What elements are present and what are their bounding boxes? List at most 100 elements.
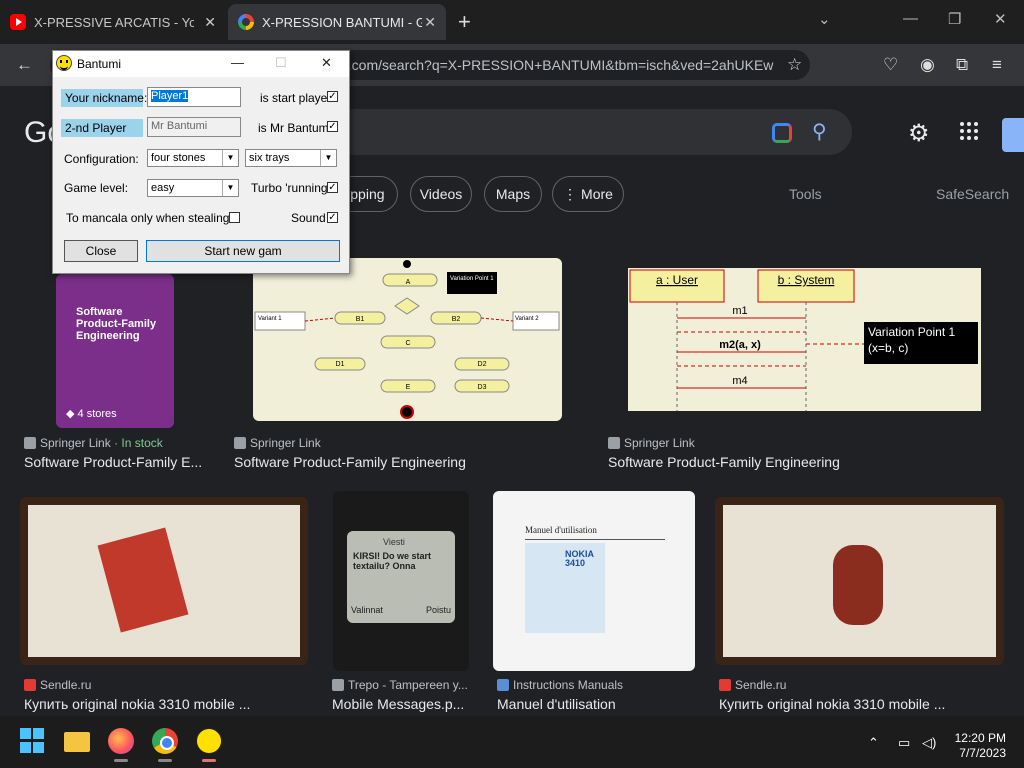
configuration-label: Configuration: bbox=[64, 152, 139, 166]
minimize-icon[interactable]: — bbox=[903, 10, 918, 27]
tab-search-chevron-icon[interactable]: ⌄ bbox=[818, 10, 831, 28]
sign-in-button[interactable] bbox=[1002, 118, 1024, 152]
google-lens-icon[interactable] bbox=[772, 123, 792, 143]
safesearch-button[interactable]: SafeSearch bbox=[936, 186, 1009, 202]
close-icon[interactable]: ✕ bbox=[321, 55, 332, 71]
volume-icon[interactable]: ◁) bbox=[922, 735, 936, 751]
tag-icon: ◆ bbox=[66, 408, 78, 420]
image-thumb-manual[interactable]: Manuel d'utilisation NOKIA 3410 bbox=[493, 491, 695, 671]
running-indicator bbox=[202, 759, 216, 762]
clock[interactable]: 12:20 PM 7/7/2023 bbox=[944, 731, 1006, 761]
trays-select[interactable]: six trays ▼ bbox=[245, 149, 337, 167]
pocket-icon[interactable]: ♡ bbox=[883, 56, 898, 74]
phone-screen-text: KIRSI! Do we start textailu? Onna bbox=[353, 551, 432, 571]
turbo-label: Turbo 'running' bbox=[251, 181, 330, 195]
image-thumb-nokia-phone[interactable]: Viesti KIRSI! Do we start textailu? Onna… bbox=[333, 491, 469, 671]
manual-model: 3410 bbox=[565, 558, 586, 568]
window-close-icon[interactable]: ✕ bbox=[994, 10, 1007, 28]
game-level-label: Game level: bbox=[64, 181, 129, 195]
manual-heading: Manuel d'utilisation bbox=[525, 525, 597, 535]
start-new-game-button[interactable]: Start new gam bbox=[146, 240, 340, 262]
close-tab-icon[interactable]: ✕ bbox=[204, 14, 216, 31]
bantumi-dialog: Bantumi — ☐ ✕ Your nickname: Player1 is … bbox=[52, 50, 350, 274]
show-hidden-icons-chevron[interactable]: ⌃ bbox=[868, 735, 879, 751]
stores-count: 4 stores bbox=[77, 408, 117, 420]
network-icon[interactable]: ▭ bbox=[898, 735, 910, 751]
second-player-field[interactable]: Mr Bantumi bbox=[147, 117, 241, 137]
mancala-label: To mancala only when stealing bbox=[66, 211, 230, 225]
dropdown-arrow-icon: ▼ bbox=[222, 180, 238, 196]
springer-icon bbox=[608, 437, 620, 449]
image-thumb-uml-activity[interactable]: A B1 B2 C D1 D2 E D3 Variation Point 1 V… bbox=[253, 258, 562, 421]
chip-maps[interactable]: Maps bbox=[484, 176, 542, 212]
tab-youtube[interactable]: X-PRESSIVE ARCATIS - YouTube ✕ bbox=[0, 4, 226, 40]
menu-icon[interactable]: ≡ bbox=[992, 56, 1002, 74]
image-title[interactable]: Купить original nokia 3310 mobile ... bbox=[24, 696, 308, 712]
turbo-checkbox[interactable]: ✓ bbox=[327, 182, 338, 193]
game-level-select[interactable]: easy ▼ bbox=[147, 179, 239, 197]
variant-1-label: Variant 1 bbox=[258, 316, 282, 322]
chip-videos[interactable]: Videos bbox=[410, 176, 472, 212]
chip-more-label: More bbox=[581, 186, 613, 202]
stones-select[interactable]: four stones ▼ bbox=[147, 149, 239, 167]
image-title[interactable]: Mobile Messages.p... bbox=[332, 696, 472, 712]
chip-more[interactable]: ⋮ More bbox=[552, 176, 624, 212]
image-source: Springer Link · In stock bbox=[24, 436, 163, 450]
image-thumb-nokia-poster[interactable] bbox=[20, 497, 308, 665]
firefox-icon[interactable] bbox=[108, 728, 134, 754]
tools-button[interactable]: Tools bbox=[789, 186, 822, 202]
source-name: Sendle.ru bbox=[40, 678, 92, 692]
image-thumb-book[interactable]: Software Product-Family Engineering ◆ 4 … bbox=[56, 274, 174, 428]
restore-icon[interactable]: ❐ bbox=[948, 10, 961, 28]
apps-grid-icon[interactable] bbox=[960, 122, 978, 140]
back-arrow-icon[interactable]: ← bbox=[16, 56, 33, 74]
minimize-icon[interactable]: — bbox=[231, 55, 244, 70]
search-icon[interactable]: ⚲ bbox=[812, 119, 827, 144]
file-explorer-icon[interactable] bbox=[64, 732, 90, 752]
image-title[interactable]: Software Product-Family E... bbox=[24, 454, 214, 470]
extensions-icon[interactable]: ⧉ bbox=[956, 56, 968, 74]
game-level-value: easy bbox=[151, 182, 175, 194]
image-title[interactable]: Купить original nokia 3310 mobile ... bbox=[719, 696, 1003, 712]
manuals-icon bbox=[497, 679, 509, 691]
image-title[interactable]: Manuel d'utilisation bbox=[497, 696, 697, 712]
nickname-value: Player1 bbox=[151, 90, 189, 102]
bantumi-taskbar-icon[interactable] bbox=[196, 728, 222, 754]
dialog-title: Bantumi bbox=[77, 57, 122, 71]
bookmark-star-icon[interactable]: ☆ bbox=[787, 56, 802, 74]
manual-cover: NOKIA 3410 bbox=[525, 543, 605, 633]
image-thumb-nokia-poster-2[interactable] bbox=[715, 497, 1004, 665]
account-icon[interactable]: ◉ bbox=[920, 56, 935, 74]
dialog-titlebar[interactable]: Bantumi — ☐ ✕ bbox=[53, 51, 349, 77]
message-m4: m4 bbox=[732, 375, 747, 387]
close-tab-icon[interactable]: ✕ bbox=[424, 14, 436, 31]
nickname-field[interactable]: Player1 bbox=[147, 87, 241, 107]
image-title[interactable]: Software Product-Family Engineering bbox=[608, 454, 988, 470]
stores-badge: ◆ 4 stores bbox=[66, 407, 117, 420]
tab-google-images[interactable]: X-PRESSION BANTUMI - Google ✕ bbox=[228, 4, 446, 40]
node-c: C bbox=[405, 340, 410, 347]
image-title[interactable]: Software Product-Family Engineering bbox=[234, 454, 554, 470]
node-b2: B2 bbox=[452, 316, 461, 323]
url-text[interactable]: e.com/search?q=X-PRESSION+BANTUMI&tbm=is… bbox=[340, 57, 782, 73]
source-name: Sendle.ru bbox=[735, 678, 787, 692]
sound-checkbox[interactable]: ✓ bbox=[327, 212, 338, 223]
uml-sequence-diagram: a : User b : System m1 m2(a, x) m4 Varia… bbox=[629, 269, 978, 411]
close-button[interactable]: Close bbox=[64, 240, 138, 262]
nickname-label: Your nickname: bbox=[61, 89, 147, 107]
start-player-checkbox[interactable]: ✓ bbox=[327, 91, 338, 102]
mancala-checkbox[interactable] bbox=[229, 212, 240, 223]
mr-bantumi-checkbox[interactable]: ✓ bbox=[327, 121, 338, 132]
tab-title: X-PRESSIVE ARCATIS - YouTube bbox=[34, 14, 194, 30]
node-b1: B1 bbox=[356, 316, 365, 323]
new-tab-button[interactable]: + bbox=[458, 10, 471, 34]
phone-softkey-left: Valinnat bbox=[351, 605, 383, 615]
running-indicator bbox=[114, 759, 128, 762]
google-icon bbox=[238, 14, 254, 30]
image-thumb-uml-sequence[interactable]: a : User b : System m1 m2(a, x) m4 Varia… bbox=[628, 268, 981, 411]
windows-start-icon[interactable] bbox=[20, 728, 46, 754]
stock-badge: · In stock bbox=[114, 436, 163, 450]
trepo-icon bbox=[332, 679, 344, 691]
chrome-icon[interactable] bbox=[152, 728, 178, 754]
settings-gear-icon[interactable]: ⚙ bbox=[908, 119, 930, 148]
